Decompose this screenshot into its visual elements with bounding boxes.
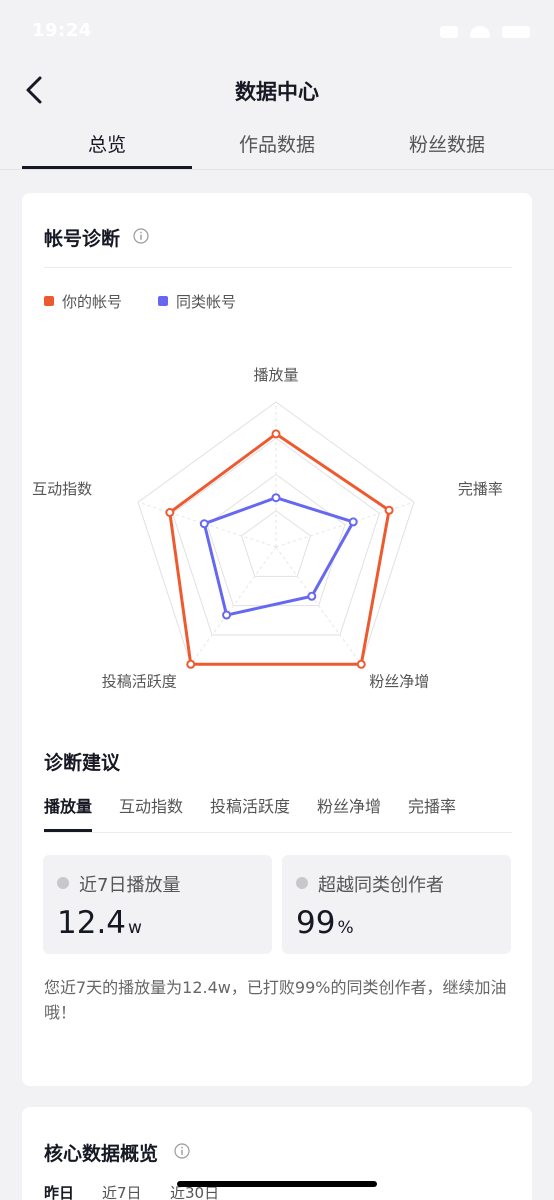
tab-fans-data[interactable]: 粉丝数据 xyxy=(362,130,532,157)
radar-point xyxy=(307,591,317,601)
radar-point xyxy=(384,505,394,515)
advice-tab-fans-growth[interactable]: 粉丝净增 xyxy=(317,793,381,817)
radar-point xyxy=(356,659,366,669)
range-tab-7days[interactable]: 近7日 xyxy=(102,1182,142,1200)
metric-plays-box: 近7日播放量 12.4 w xyxy=(43,855,272,954)
account-diagnosis-card: 帐号诊断 你的帐号 同类帐号 播放量 完播率 粉丝净增 投稿活跃度 互动指数 诊断建议 … xyxy=(22,193,532,1086)
radar-axis-label: 播放量 xyxy=(253,366,298,384)
diagnosis-description: 您近7天的播放量为12.4w，已打败99%的同类创作者，继续加油哦！ xyxy=(44,978,507,1022)
nav-bar: 数据中心 xyxy=(0,62,554,118)
metric-value: 99% xyxy=(296,905,354,941)
metric-unit: % xyxy=(337,918,354,938)
advice-tab-plays[interactable]: 播放量 xyxy=(44,793,92,817)
metric-label: 近7日播放量 xyxy=(79,875,181,896)
radar-series-your-account xyxy=(168,432,391,666)
metric-dot xyxy=(296,877,308,889)
metric-dot xyxy=(57,877,69,889)
metric-unit: w xyxy=(128,918,142,938)
advice-tab-indicator xyxy=(44,829,92,832)
radar-point xyxy=(186,659,196,669)
card-title: 核心数据概览 xyxy=(44,1143,159,1165)
top-tabs: 总览 作品数据 粉丝数据 xyxy=(0,118,554,170)
radar-series-peer-account xyxy=(202,496,355,617)
metric-surpass-box: 超越同类创作者 99% xyxy=(282,855,511,954)
status-time: 19:24 xyxy=(32,20,92,41)
advice-tab-activity[interactable]: 投稿活跃度 xyxy=(210,793,290,817)
wifi-icon xyxy=(470,26,490,38)
system-icons xyxy=(440,22,530,42)
tab-works-data[interactable]: 作品数据 xyxy=(192,130,362,157)
info-icon[interactable] xyxy=(174,1143,190,1159)
advice-title: 诊断建议 xyxy=(44,752,121,774)
radar-point xyxy=(348,517,358,527)
advice-tabs: 播放量 互动指数 投稿活跃度 粉丝净增 完播率 xyxy=(44,793,512,833)
tab-active-indicator xyxy=(22,166,192,169)
radar-axis-label: 投稿活跃度 xyxy=(102,672,177,690)
metric-value: 12.4 w xyxy=(57,905,142,941)
radar-point xyxy=(199,519,209,529)
metric-number: 12.4 xyxy=(57,905,127,941)
radar-point xyxy=(222,610,232,620)
radar-axis-label: 完播率 xyxy=(458,480,503,498)
tab-overview[interactable]: 总览 xyxy=(22,130,192,157)
metric-number: 99 xyxy=(296,905,336,941)
range-tab-yesterday[interactable]: 昨日 xyxy=(44,1182,74,1200)
radar-chart: 播放量完播率粉丝净增 投稿活跃度 互动指数 xyxy=(32,366,503,690)
home-indicator xyxy=(177,1181,377,1187)
advice-tab-interaction[interactable]: 互动指数 xyxy=(119,793,183,817)
advice-tab-completion[interactable]: 完播率 xyxy=(408,793,456,817)
radar-axis-label: 互动指数 xyxy=(32,480,92,498)
radar-point xyxy=(271,429,281,439)
radar-point xyxy=(271,493,281,503)
signal-icon xyxy=(440,26,458,38)
status-bar: 19:24 xyxy=(0,0,554,62)
battery-icon xyxy=(502,26,530,38)
metric-label: 超越同类创作者 xyxy=(318,875,444,896)
page-title: 数据中心 xyxy=(235,80,319,104)
radar-point xyxy=(165,507,175,517)
radar-axis-label: 粉丝净增 xyxy=(369,672,429,690)
